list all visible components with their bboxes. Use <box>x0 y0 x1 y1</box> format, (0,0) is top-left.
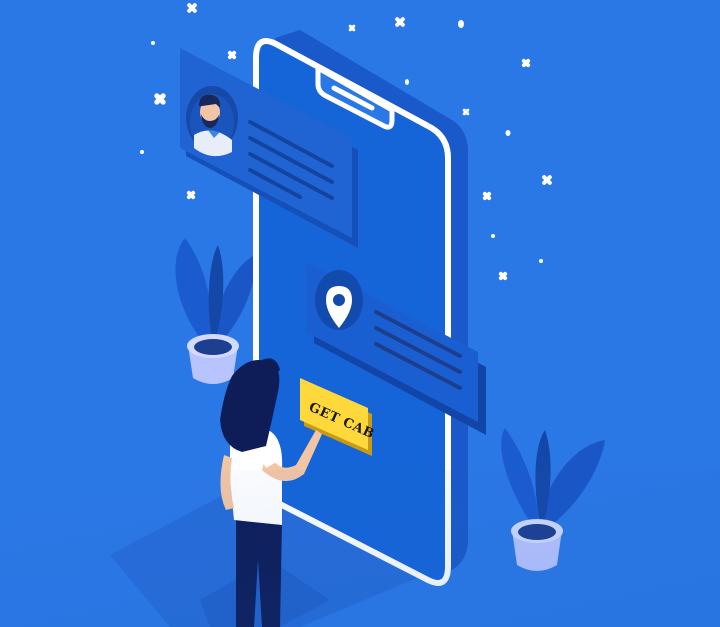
sparkle-dot <box>405 79 409 85</box>
floor-gradient <box>0 470 720 627</box>
sparkle-dot <box>151 41 155 45</box>
sparkle-dot <box>505 130 511 136</box>
sparkle-dot <box>539 259 543 263</box>
map-pin-icon <box>315 270 363 330</box>
plant-soil <box>194 339 232 355</box>
sparkle-dot <box>140 150 144 154</box>
sparkle-dot <box>458 20 464 28</box>
app-illustration: GET CAB <box>0 0 720 627</box>
sparkle-dot <box>491 234 495 238</box>
